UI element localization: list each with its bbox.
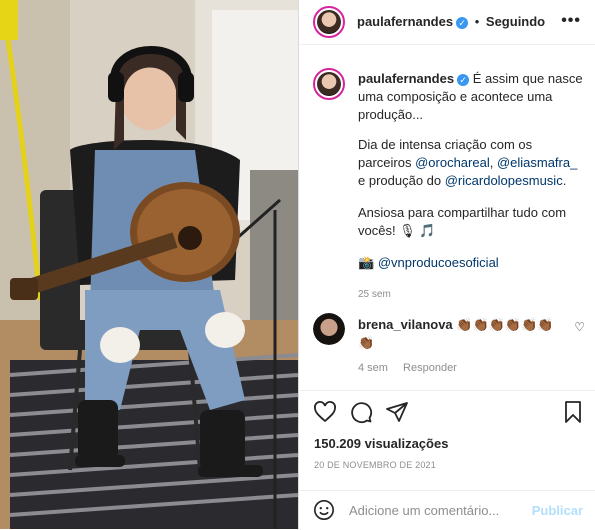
caption-avatar[interactable] xyxy=(313,68,345,100)
caption-username[interactable]: paulafernandes xyxy=(358,71,454,86)
mention-link[interactable]: @ricardolopesmusic xyxy=(445,173,563,188)
mention-link[interactable]: @eliasmafra_ xyxy=(497,155,577,170)
header-separator: • xyxy=(474,14,480,29)
mention-link[interactable]: @orochareal xyxy=(415,155,490,170)
mention-link[interactable]: @vnproducoesoficial xyxy=(378,255,499,270)
comment-meta: 4 sem Responder xyxy=(358,362,457,374)
comment-timestamp[interactable]: 4 sem xyxy=(358,362,388,374)
caption-line-3: Ansiosa para compartilhar tudo com vocês… xyxy=(358,205,567,238)
verified-badge-icon: ✓ xyxy=(456,16,469,29)
post-panel: paulafernandes ✓ • Seguindo ••• paulafern… xyxy=(298,0,595,529)
reply-button[interactable]: Responder xyxy=(403,362,457,374)
comment-icon[interactable] xyxy=(349,400,373,424)
share-icon[interactable] xyxy=(385,400,409,424)
following-button[interactable]: Seguindo xyxy=(486,14,545,29)
action-bar xyxy=(299,390,595,431)
comment-like-icon[interactable]: ♡ xyxy=(574,320,585,334)
comment-composer: Adicione um comentário... Publicar xyxy=(299,490,595,530)
emoji-icon[interactable] xyxy=(313,499,335,521)
video-frame xyxy=(0,0,298,529)
heart-icon[interactable] xyxy=(313,400,337,424)
bookmark-icon[interactable] xyxy=(561,400,585,424)
view-count[interactable]: 150.209 visualizações xyxy=(314,436,448,451)
camera-icon: 📸 xyxy=(358,255,375,270)
post-caption: paulafernandes ✓ É assim que nasce uma co… xyxy=(358,70,583,304)
caption-timestamp[interactable]: 25 sem xyxy=(358,286,583,304)
post-video[interactable] xyxy=(0,0,298,529)
author-avatar[interactable] xyxy=(313,6,345,38)
comment: brena_vilanova 👏🏾👏🏾👏🏾👏🏾👏🏾👏🏾👏🏾 xyxy=(358,316,568,352)
publish-button[interactable]: Publicar xyxy=(532,503,583,518)
post-date[interactable]: 20 DE NOVEMBRO DE 2021 xyxy=(314,460,436,470)
more-options-icon[interactable]: ••• xyxy=(561,12,581,30)
commenter-username[interactable]: brena_vilanova xyxy=(358,317,453,332)
author-username[interactable]: paulafernandes xyxy=(357,14,453,29)
commenter-avatar[interactable] xyxy=(313,313,345,345)
comment-input[interactable]: Adicione um comentário... xyxy=(349,503,499,518)
verified-badge-icon: ✓ xyxy=(457,73,470,86)
post-header: paulafernandes ✓ • Seguindo ••• xyxy=(299,0,595,45)
